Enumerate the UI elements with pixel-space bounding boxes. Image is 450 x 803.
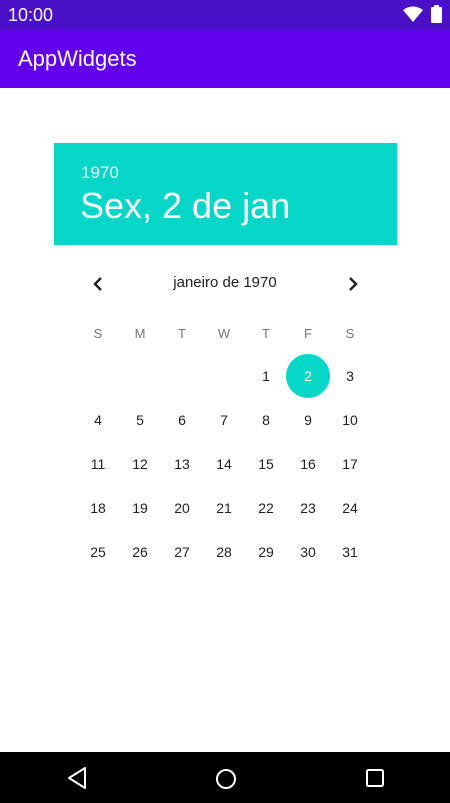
calendar-day[interactable]: 24 [329, 486, 371, 530]
calendar-day-label: 8 [262, 412, 270, 428]
calendar-day[interactable]: 11 [77, 442, 119, 486]
calendar-day[interactable]: 8 [245, 398, 287, 442]
empty-day-cell [119, 354, 161, 398]
date-picker-header: 1970 Sex, 2 de jan [54, 143, 397, 245]
chevron-left-icon [93, 277, 102, 291]
calendar-day-label: 26 [132, 544, 148, 560]
calendar-day-label: 30 [300, 544, 316, 560]
calendar-day[interactable]: 15 [245, 442, 287, 486]
calendar-day-label: 5 [136, 412, 144, 428]
calendar-day-label: 13 [174, 456, 190, 472]
app-title: AppWidgets [18, 46, 137, 71]
calendar-day-label: 24 [342, 500, 358, 516]
calendar-day[interactable]: 16 [287, 442, 329, 486]
calendar-day[interactable]: 25 [77, 530, 119, 574]
calendar-day-label: 1 [262, 368, 270, 384]
calendar-day-label: 15 [258, 456, 274, 472]
status-time: 10:00 [8, 5, 54, 25]
calendar-day[interactable]: 21 [203, 486, 245, 530]
status-icons [403, 5, 442, 23]
previous-month-button[interactable] [86, 272, 110, 296]
calendar-day-label: 31 [342, 544, 358, 560]
calendar-day-label: 17 [342, 456, 358, 472]
calendar-day-label: 9 [304, 412, 312, 428]
calendar-day-label: 10 [342, 412, 358, 428]
calendar-day[interactable]: 26 [119, 530, 161, 574]
back-icon[interactable] [66, 766, 88, 790]
calendar-day-label: 12 [132, 456, 148, 472]
calendar-day[interactable]: 29 [245, 530, 287, 574]
calendar-day-label: 6 [178, 412, 186, 428]
calendar-day[interactable]: 3 [329, 354, 371, 398]
calendar-day-label: 18 [90, 500, 106, 516]
calendar-day-grid: 1 2 3 4 5 6 7 8 9 10 11 12 13 14 15 16 17 18 19 20 21 22 23 24 2… [77, 354, 371, 574]
calendar-day[interactable]: 30 [287, 530, 329, 574]
calendar-day[interactable]: 27 [161, 530, 203, 574]
header-selected-date: Sex, 2 de jan [80, 185, 291, 226]
calendar-day[interactable]: 17 [329, 442, 371, 486]
recent-apps-icon[interactable] [366, 769, 384, 787]
status-bar: 10:00 [0, 0, 450, 30]
calendar-day[interactable]: 19 [119, 486, 161, 530]
battery-icon [431, 5, 442, 23]
calendar-day-label: 14 [216, 456, 232, 472]
calendar-day-label: 2 [304, 368, 312, 384]
calendar-day[interactable]: 7 [203, 398, 245, 442]
calendar-day-label: 20 [174, 500, 190, 516]
weekday-label: W [217, 326, 231, 341]
empty-day-cell [77, 354, 119, 398]
calendar-day-label: 28 [216, 544, 232, 560]
calendar-day[interactable]: 28 [203, 530, 245, 574]
calendar-day-selected[interactable]: 2 [286, 354, 330, 398]
weekday-label: T [262, 326, 270, 341]
navigation-bar [0, 752, 450, 803]
calendar-day[interactable]: 14 [203, 442, 245, 486]
calendar-day-label: 23 [300, 500, 316, 516]
weekday-label: T [178, 326, 186, 341]
calendar-day-label: 22 [258, 500, 274, 516]
wifi-icon [403, 6, 423, 22]
calendar-day[interactable]: 4 [77, 398, 119, 442]
calendar-day-label: 4 [94, 412, 102, 428]
calendar-day-label: 21 [216, 500, 232, 516]
calendar-day-label: 27 [174, 544, 190, 560]
weekday-label: F [304, 326, 312, 341]
home-icon[interactable] [215, 768, 237, 790]
calendar-day[interactable]: 9 [287, 398, 329, 442]
calendar-day-label: 11 [90, 456, 106, 472]
weekday-label: S [93, 326, 103, 341]
calendar-day-label: 16 [300, 456, 316, 472]
empty-day-cell [161, 354, 203, 398]
empty-day-cell [203, 354, 245, 398]
calendar-day[interactable]: 22 [245, 486, 287, 530]
weekday-label: S [345, 326, 355, 341]
header-year[interactable]: 1970 [81, 163, 119, 183]
calendar-day[interactable]: 12 [119, 442, 161, 486]
calendar-day-label: 29 [258, 544, 274, 560]
calendar-day[interactable]: 31 [329, 530, 371, 574]
calendar-day[interactable]: 20 [161, 486, 203, 530]
calendar-day[interactable]: 10 [329, 398, 371, 442]
calendar-day-label: 7 [220, 412, 228, 428]
calendar-day-label: 19 [132, 500, 148, 516]
weekday-label: M [134, 326, 146, 341]
calendar-day[interactable]: 18 [77, 486, 119, 530]
calendar-day-label: 25 [90, 544, 106, 560]
calendar-day[interactable]: 1 [245, 354, 287, 398]
calendar-day[interactable]: 23 [287, 486, 329, 530]
next-month-button[interactable] [341, 272, 365, 296]
weekday-header: S M T W T F S [77, 325, 371, 343]
app-bar: AppWidgets [0, 30, 450, 88]
calendar-day-label: 3 [346, 368, 354, 384]
chevron-right-icon [349, 277, 358, 291]
calendar-day[interactable]: 13 [161, 442, 203, 486]
calendar-day[interactable]: 6 [161, 398, 203, 442]
month-label: janeiro de 1970 [173, 274, 277, 291]
calendar-day[interactable]: 5 [119, 398, 161, 442]
